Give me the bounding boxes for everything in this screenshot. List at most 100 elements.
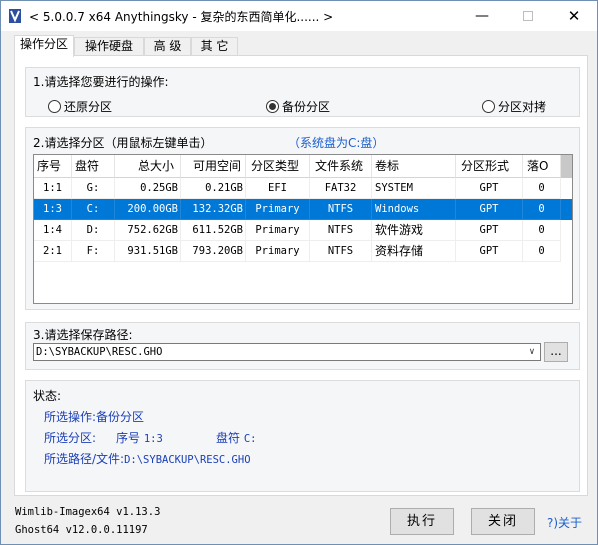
cell-index: 1:1	[34, 178, 72, 199]
table-row[interactable]: 1:4 D: 752.62GB 611.52GB Primary NTFS 软件…	[34, 220, 572, 241]
cell-partition-type: Primary	[246, 220, 310, 241]
cell-filesystem: NTFS	[310, 241, 372, 262]
radio-copy[interactable]: 分区对拷	[482, 98, 546, 115]
cell-partition-style: GPT	[456, 178, 523, 199]
cell-index: 1:3	[34, 199, 72, 220]
cell-filesystem: NTFS	[310, 220, 372, 241]
status-path-label: 所选路径/文件:	[44, 452, 125, 466]
col-volume-label[interactable]: 卷标	[372, 155, 456, 178]
radio-restore[interactable]: 还原分区	[48, 98, 112, 115]
cell-free-space: 793.20GB	[181, 241, 246, 262]
col-free-space[interactable]: 可用空间	[181, 155, 246, 178]
partition-group: 2.请选择分区（用鼠标左键单击） （系统盘为C:盘） 序号 盘符 总大小 可用空…	[25, 127, 580, 310]
maximize-button	[505, 1, 551, 31]
status-title: 状态:	[33, 389, 62, 403]
radio-restore-label: 还原分区	[64, 100, 113, 114]
col-partition-type[interactable]: 分区类型	[246, 155, 310, 178]
title-bar: < 5.0.0.7 x64 Anythingsky - 复杂的东西简单化....…	[1, 1, 597, 31]
table-header: 序号 盘符 总大小 可用空间 分区类型 文件系统 卷标 分区形式 落O	[34, 155, 572, 178]
cell-volume-label: 资料存储	[372, 241, 456, 262]
table-scroll-corner	[561, 155, 572, 178]
table-row-selected[interactable]: 1:3 C: 200.00GB 132.32GB Primary NTFS Wi…	[34, 199, 572, 220]
radio-backup[interactable]: 备份分区	[266, 98, 330, 115]
col-filesystem[interactable]: 文件系统	[310, 155, 372, 178]
cell-extra: 0	[523, 241, 561, 262]
cell-index: 1:4	[34, 220, 72, 241]
chevron-down-icon[interactable]: ∨	[524, 344, 540, 360]
wimlib-version: Wimlib-Imagex64 v1.13.3	[15, 506, 161, 518]
cell-filesystem: NTFS	[310, 199, 372, 220]
cell-filesystem: FAT32	[310, 178, 372, 199]
tab-partition-ops[interactable]: 操作分区	[14, 35, 74, 57]
execute-button[interactable]: 执行	[390, 508, 454, 535]
status-partition-label: 所选分区:	[44, 431, 97, 445]
col-extra[interactable]: 落O	[523, 155, 561, 178]
col-partition-style[interactable]: 分区形式	[456, 155, 523, 178]
about-link[interactable]: ?)关于	[547, 514, 582, 531]
cell-total-size: 0.25GB	[115, 178, 181, 199]
status-partition-drive-value: C:	[243, 433, 257, 445]
save-path-group: 3.请选择保存路径: D:\SYBACKUP\RESC.GHO ∨ ...	[25, 322, 580, 370]
cell-volume-label: 软件游戏	[372, 220, 456, 241]
status-group: 状态: 所选操作:备份分区 所选分区: 序号 1:3 盘符 C: 所选路径/文件…	[25, 380, 580, 492]
save-path-label: 3.请选择保存路径:	[33, 328, 133, 342]
status-partition-drive-label: 盘符	[216, 431, 241, 445]
col-total-size[interactable]: 总大小	[115, 155, 181, 178]
cell-drive: G:	[72, 178, 115, 199]
cell-drive: D:	[72, 220, 115, 241]
ghost-version: Ghost64 v12.0.0.11197	[15, 524, 148, 536]
cell-free-space: 611.52GB	[181, 220, 246, 241]
cell-index: 2:1	[34, 241, 72, 262]
cell-partition-type: Primary	[246, 199, 310, 220]
cell-volume-label: SYSTEM	[372, 178, 456, 199]
window-title: < 5.0.0.7 x64 Anythingsky - 复杂的东西简单化....…	[29, 10, 334, 24]
operation-group: 1.请选择您要进行的操作: 还原分区 备份分区 分区对拷	[25, 67, 580, 117]
radio-copy-icon	[482, 100, 495, 113]
status-partition-index: 序号 1:3	[116, 429, 163, 446]
status-partition-index-label: 序号	[116, 431, 141, 445]
status-path: 所选路径/文件:D:\SYBACKUP\RESC.GHO	[44, 450, 251, 467]
status-operation: 所选操作:备份分区	[44, 408, 144, 425]
radio-copy-label: 分区对拷	[498, 100, 547, 114]
close-window-button[interactable]: ✕	[551, 1, 597, 31]
cell-partition-style: GPT	[456, 241, 523, 262]
save-path-value: D:\SYBACKUP\RESC.GHO	[36, 346, 163, 358]
col-index[interactable]: 序号	[34, 155, 72, 178]
cell-total-size: 931.51GB	[115, 241, 181, 262]
cell-free-space: 132.32GB	[181, 199, 246, 220]
browse-button[interactable]: ...	[544, 342, 568, 362]
tab-panel: 1.请选择您要进行的操作: 还原分区 备份分区 分区对拷 2.请选择分区（用鼠标…	[14, 55, 588, 496]
tab-disk-ops[interactable]: 操作硬盘	[74, 37, 144, 56]
save-path-combobox[interactable]: D:\SYBACKUP\RESC.GHO ∨	[33, 343, 541, 361]
cell-total-size: 200.00GB	[115, 199, 181, 220]
system-drive-hint: （系统盘为C:盘）	[288, 136, 385, 150]
tab-other[interactable]: 其 它	[191, 37, 238, 56]
table-row[interactable]: 1:1 G: 0.25GB 0.21GB EFI FAT32 SYSTEM GP…	[34, 178, 572, 199]
minimize-button[interactable]: —	[459, 1, 505, 31]
cell-extra: 0	[523, 178, 561, 199]
cell-extra: 0	[523, 220, 561, 241]
cell-extra: 0	[523, 199, 561, 220]
radio-backup-icon	[266, 100, 279, 113]
col-drive[interactable]: 盘符	[72, 155, 115, 178]
maximize-icon	[523, 11, 533, 21]
status-operation-value: 备份分区	[96, 410, 145, 424]
partition-table: 序号 盘符 总大小 可用空间 分区类型 文件系统 卷标 分区形式 落O 1:1 …	[33, 154, 573, 304]
app-window: < 5.0.0.7 x64 Anythingsky - 复杂的东西简单化....…	[0, 0, 598, 545]
close-button[interactable]: 关闭	[471, 508, 535, 535]
cell-drive: C:	[72, 199, 115, 220]
tab-advanced[interactable]: 高 级	[144, 37, 191, 56]
status-operation-label: 所选操作:	[44, 410, 97, 424]
cell-partition-type: EFI	[246, 178, 310, 199]
radio-backup-label: 备份分区	[282, 100, 331, 114]
status-partition: 所选分区:	[44, 429, 96, 446]
status-partition-drive: 盘符 C:	[216, 429, 257, 446]
table-row[interactable]: 2:1 F: 931.51GB 793.20GB Primary NTFS 资料…	[34, 241, 572, 262]
partition-label: 2.请选择分区（用鼠标左键单击）	[33, 136, 213, 150]
cell-partition-style: GPT	[456, 220, 523, 241]
cell-volume-label: Windows	[372, 199, 456, 220]
app-logo-icon	[8, 8, 22, 24]
status-partition-index-value: 1:3	[143, 433, 163, 445]
cell-total-size: 752.62GB	[115, 220, 181, 241]
radio-restore-icon	[48, 100, 61, 113]
